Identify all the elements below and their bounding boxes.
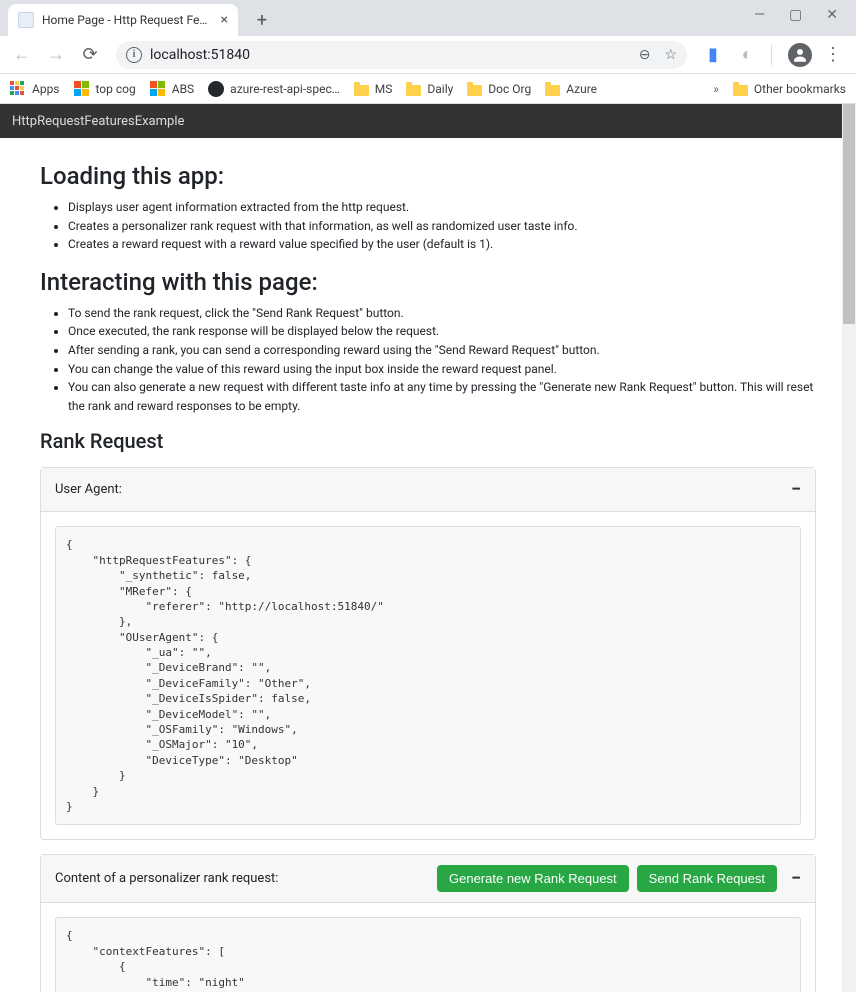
panel-body: { "httpRequestFeatures": { "_synthetic":… — [41, 512, 815, 839]
apps-label: Apps — [32, 82, 60, 96]
bookmark-label: MS — [375, 82, 393, 96]
list-item: You can change the value of this reward … — [68, 360, 816, 379]
bookmark-abs[interactable]: ABS — [150, 81, 194, 97]
chrome-menu-button[interactable]: ⋮ — [818, 44, 848, 65]
bookmark-label: ABS — [172, 82, 194, 96]
bookmark-star-icon[interactable]: ☆ — [664, 47, 677, 63]
scrollbar-thumb[interactable] — [843, 104, 855, 324]
browser-toolbar: ← → ⟳ i localhost:51840 ⊖ ☆ ▮ ◐ ⋮ — [0, 36, 856, 74]
bookmark-folder-azure[interactable]: Azure — [545, 82, 597, 96]
bookmark-label: Doc Org — [488, 82, 531, 96]
back-button[interactable]: ← — [8, 41, 36, 69]
close-window-button[interactable]: ✕ — [826, 7, 838, 23]
tab-title: Home Page - Http Request Featu — [42, 13, 213, 27]
maximize-button[interactable]: ▢ — [789, 7, 802, 23]
rank-request-json: { "contextFeatures": [ { "time": "night"… — [55, 917, 801, 992]
bookmark-top-cog[interactable]: top cog — [74, 81, 136, 97]
apps-shortcut[interactable]: Apps — [10, 81, 60, 97]
list-item: You can also generate a new request with… — [68, 378, 816, 415]
folder-icon — [733, 85, 748, 96]
folder-icon — [354, 85, 369, 96]
send-rank-request-button[interactable]: Send Rank Request — [637, 865, 777, 892]
bookmarks-bar: Apps top cog ABS azure-rest-api-spec… MS… — [0, 74, 856, 104]
site-info-icon[interactable]: i — [126, 47, 142, 63]
bookmark-folder-daily[interactable]: Daily — [406, 82, 453, 96]
collapse-icon[interactable]: − — [791, 479, 801, 500]
panel-body: { "contextFeatures": [ { "time": "night"… — [41, 903, 815, 992]
apps-icon — [10, 81, 26, 97]
folder-icon — [545, 85, 560, 96]
reload-button[interactable]: ⟳ — [76, 41, 104, 69]
list-item: Creates a reward request with a reward v… — [68, 235, 816, 254]
window-controls: — ▢ ✕ — [736, 0, 856, 30]
extension-icon-1[interactable]: ▮ — [699, 41, 727, 69]
browser-tab[interactable]: Home Page - Http Request Featu × — [8, 4, 238, 36]
app-navbar: HttpRequestFeaturesExample — [0, 104, 856, 138]
zoom-icon[interactable]: ⊖ — [639, 47, 651, 63]
panel-header[interactable]: Content of a personalizer rank request: … — [41, 855, 815, 903]
address-bar[interactable]: i localhost:51840 ⊖ ☆ — [116, 41, 687, 69]
tab-strip: Home Page - Http Request Featu × + — [0, 0, 856, 36]
generate-rank-request-button[interactable]: Generate new Rank Request — [437, 865, 629, 892]
interacting-bullets: To send the rank request, click the "Sen… — [68, 304, 816, 416]
loading-bullets: Displays user agent information extracte… — [68, 198, 816, 254]
list-item: Creates a personalizer rank request with… — [68, 217, 816, 236]
minimize-button[interactable]: — — [754, 7, 765, 23]
panel-title: User Agent: — [55, 482, 122, 497]
list-item: Once executed, the rank response will be… — [68, 322, 816, 341]
bookmarks-overflow-icon[interactable]: » — [713, 82, 719, 96]
collapse-icon[interactable]: − — [791, 868, 801, 889]
bookmark-label: azure-rest-api-spec… — [230, 82, 340, 96]
list-item: Displays user agent information extracte… — [68, 198, 816, 217]
panel-user-agent: User Agent: − { "httpRequestFeatures": {… — [40, 467, 816, 840]
other-bookmarks-label: Other bookmarks — [754, 82, 846, 96]
page-content: Loading this app: Displays user agent in… — [0, 138, 856, 992]
vertical-scrollbar[interactable] — [842, 104, 856, 992]
toolbar-separator — [771, 45, 772, 65]
heading-loading: Loading this app: — [40, 162, 816, 190]
close-tab-icon[interactable]: × — [221, 12, 228, 28]
list-item: To send the rank request, click the "Sen… — [68, 304, 816, 323]
page-viewport[interactable]: HttpRequestFeaturesExample Loading this … — [0, 104, 856, 992]
heading-interacting: Interacting with this page: — [40, 268, 816, 296]
user-agent-json: { "httpRequestFeatures": { "_synthetic":… — [55, 526, 801, 825]
bookmark-label: Daily — [427, 82, 453, 96]
extension-icon-2[interactable]: ◐ — [733, 41, 761, 69]
github-icon — [208, 81, 224, 97]
panel-rank-request: Content of a personalizer rank request: … — [40, 854, 816, 992]
list-item: After sending a rank, you can send a cor… — [68, 341, 816, 360]
favicon-icon — [18, 12, 34, 28]
url-text: localhost:51840 — [150, 47, 631, 63]
folder-icon — [467, 85, 482, 96]
bookmark-folder-docorg[interactable]: Doc Org — [467, 82, 531, 96]
ms-icon — [74, 81, 90, 97]
panel-title: Content of a personalizer rank request: — [55, 871, 278, 886]
bookmark-folder-ms[interactable]: MS — [354, 82, 393, 96]
bookmark-label: Azure — [566, 82, 597, 96]
folder-icon — [406, 85, 421, 96]
app-brand[interactable]: HttpRequestFeaturesExample — [12, 114, 184, 129]
ms-icon — [150, 81, 166, 97]
new-tab-button[interactable]: + — [248, 6, 276, 34]
bookmark-label: top cog — [96, 82, 136, 96]
heading-rank-request: Rank Request — [40, 429, 816, 453]
profile-avatar[interactable] — [788, 43, 812, 67]
forward-button[interactable]: → — [42, 41, 70, 69]
bookmark-azure-rest[interactable]: azure-rest-api-spec… — [208, 81, 340, 97]
panel-header[interactable]: User Agent: − — [41, 468, 815, 512]
other-bookmarks[interactable]: Other bookmarks — [733, 82, 846, 96]
